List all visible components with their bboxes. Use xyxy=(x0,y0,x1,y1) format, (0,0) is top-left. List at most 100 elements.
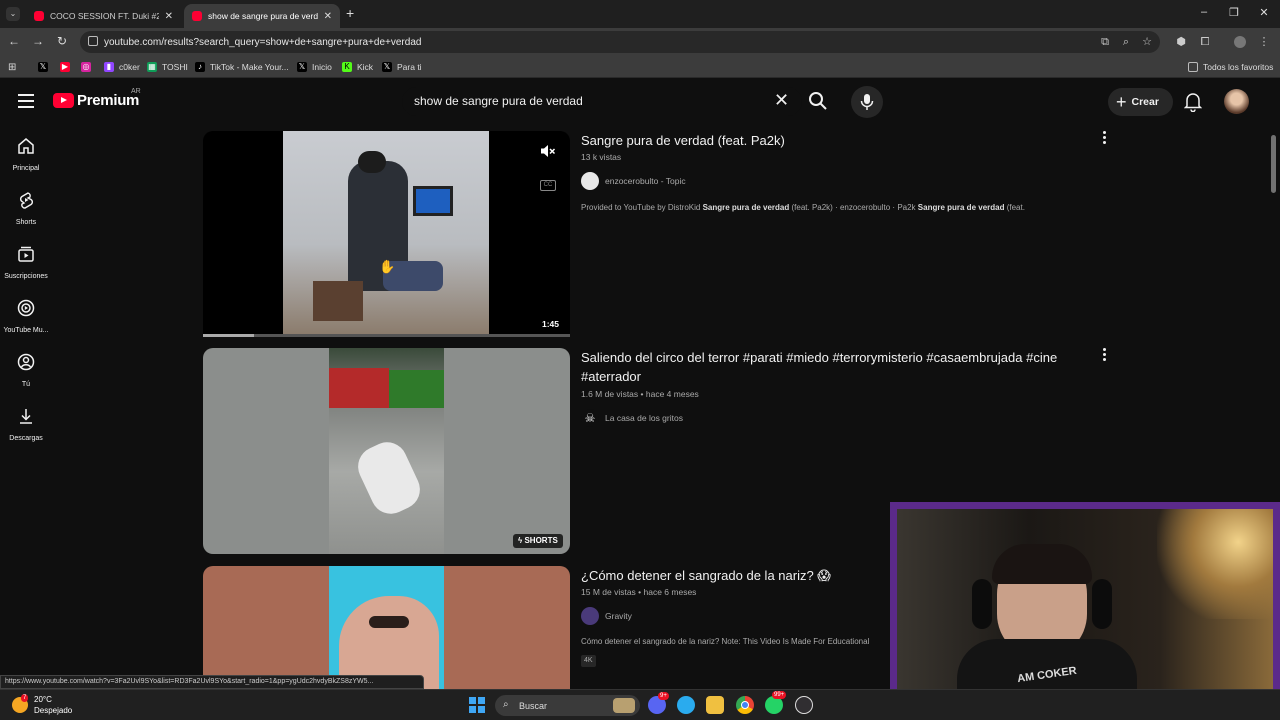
result-channel[interactable]: Gravity xyxy=(581,607,632,625)
search-icon: ⌕ xyxy=(503,699,509,710)
sheets-icon: ▦ xyxy=(147,62,157,72)
x-logo-icon: 𝕏 xyxy=(297,62,307,72)
bookmark-star-icon[interactable]: ☆ xyxy=(1141,36,1153,48)
voice-search-button[interactable] xyxy=(851,86,883,118)
youtube-premium-logo[interactable]: Premium AR xyxy=(53,88,141,109)
browser-menu-icon[interactable]: ⋮ xyxy=(1258,36,1270,48)
site-info-icon[interactable] xyxy=(88,36,98,46)
telegram-app-icon[interactable] xyxy=(677,696,695,714)
bookmark-youtube[interactable]: ▶ xyxy=(60,60,75,74)
nosebleed-frame-image xyxy=(329,566,444,690)
url-text: youtube.com/results?search_query=show+de… xyxy=(104,36,422,48)
reload-icon[interactable]: ↻ xyxy=(54,34,70,48)
file-explorer-icon[interactable] xyxy=(706,696,724,714)
taskbar-search[interactable]: ⌕ Buscar xyxy=(495,695,640,716)
guide-item-subscriptions[interactable]: Suscripciones xyxy=(0,245,52,295)
tiktok-logo-icon: ♪ xyxy=(195,62,205,72)
bookmark-para-ti[interactable]: 𝕏 Para ti xyxy=(382,60,422,74)
browser-toolbar: ← → ↻ youtube.com/results?search_query=s… xyxy=(0,28,1280,56)
playback-progress-track[interactable] xyxy=(203,334,570,337)
more-actions-icon[interactable] xyxy=(1101,131,1107,145)
twitch-logo-icon: ▮ xyxy=(104,62,114,72)
create-button[interactable]: + Crear xyxy=(1108,88,1173,116)
video-thumbnail[interactable]: ϟ SHORTS xyxy=(203,348,570,554)
close-tab-icon[interactable]: ✕ xyxy=(324,11,332,22)
microphone-icon xyxy=(860,94,874,110)
all-bookmarks-folder[interactable]: Todos los favoritos xyxy=(1188,60,1273,74)
subscriptions-icon xyxy=(18,246,34,262)
page-scrollbar[interactable] xyxy=(1271,135,1276,193)
result-channel[interactable]: enzocerobulto - Topic xyxy=(581,172,686,190)
guide-item-home[interactable]: Principal xyxy=(0,137,52,187)
extensions-puzzle-icon[interactable]: ⧠ xyxy=(1199,36,1211,48)
discord-app-icon[interactable]: 9+ xyxy=(648,692,669,714)
close-tab-icon[interactable]: ✕ xyxy=(165,11,173,22)
install-app-icon[interactable]: ⧉ xyxy=(1099,36,1111,48)
result-title[interactable]: Sangre pura de verdad (feat. Pa2k) xyxy=(581,131,1081,150)
bookmarks-bar: ⊞ 𝕏 ▶ ◎ ▮ c0ker ▦ TOSHI ♪ TikTok - Make You… xyxy=(0,56,1280,78)
result-meta: 15 M de vistas • hace 6 meses xyxy=(581,587,697,597)
weather-widget[interactable]: 7 20°C Despejado xyxy=(12,694,72,716)
tab-search-button[interactable]: ⌄ xyxy=(6,7,20,21)
guide-label: Suscripciones xyxy=(4,273,48,280)
windows-start-icon[interactable] xyxy=(469,697,485,713)
hamburger-menu-icon[interactable] xyxy=(18,94,34,108)
result-description: Cómo detener el sangrado de la nariz? No… xyxy=(581,637,870,646)
minimize-window-icon[interactable]: – xyxy=(1194,6,1214,18)
address-bar[interactable]: youtube.com/results?search_query=show+de… xyxy=(80,31,1160,53)
youtube-masthead: Premium AR ✕ + Crear xyxy=(0,80,1280,124)
video-thumbnail-playing[interactable]: CC 1:45 ✋ xyxy=(203,131,570,337)
restore-window-icon[interactable]: ❐ xyxy=(1224,6,1244,19)
guide-label: YouTube Mu... xyxy=(3,327,49,334)
bookmark-tiktok[interactable]: ♪ TikTok - Make Your... xyxy=(195,60,289,74)
search-input[interactable] xyxy=(414,94,754,108)
youtube-logo-icon: ▶ xyxy=(60,62,70,72)
apps-grid-icon[interactable]: ⊞ xyxy=(8,60,16,74)
notifications-bell-icon[interactable] xyxy=(1183,92,1203,113)
shorts-icon xyxy=(20,192,33,209)
chrome-app-icon[interactable] xyxy=(736,696,754,714)
guide-item-downloads[interactable]: Descargas xyxy=(0,407,52,457)
youtube-play-logo-icon xyxy=(53,93,74,108)
zoom-icon[interactable]: ⌕ xyxy=(1120,36,1132,48)
guide-item-you[interactable]: Tú xyxy=(0,353,52,403)
back-icon[interactable]: ← xyxy=(6,34,22,48)
more-actions-icon[interactable] xyxy=(1101,348,1107,362)
tab-title: show de sangre pura de verdad xyxy=(208,11,318,21)
weather-condition: Despejado xyxy=(34,706,73,715)
whatsapp-app-icon[interactable]: 99+ xyxy=(765,691,787,714)
closed-captions-icon[interactable]: CC xyxy=(540,180,556,191)
search-button[interactable] xyxy=(804,87,832,116)
guide-item-shorts[interactable]: Shorts xyxy=(0,191,52,241)
x-logo-icon: 𝕏 xyxy=(382,62,392,72)
bookmark-toshi[interactable]: ▦ TOSHI xyxy=(147,60,188,74)
weather-sun-icon: 7 xyxy=(12,694,29,713)
guide-item-youtube-music[interactable]: YouTube Mu... xyxy=(0,299,52,349)
bookmark-kick[interactable]: K Kick xyxy=(342,60,373,74)
clear-search-icon[interactable]: ✕ xyxy=(774,90,789,111)
video-thumbnail[interactable] xyxy=(203,566,570,690)
bookmark-inicio[interactable]: 𝕏 Inicio xyxy=(297,60,332,74)
bookmark-label: TOSHI xyxy=(162,62,188,72)
mute-icon[interactable] xyxy=(540,143,556,159)
new-tab-button[interactable]: + xyxy=(346,5,354,21)
browser-tab-search[interactable]: show de sangre pura de verdad ✕ xyxy=(184,4,340,28)
bookmark-instagram[interactable]: ◎ xyxy=(81,60,96,74)
result-channel[interactable]: ☠ La casa de los gritos xyxy=(581,409,683,427)
obs-app-icon[interactable] xyxy=(795,696,813,714)
forward-icon[interactable]: → xyxy=(30,34,46,48)
bookmark-x[interactable]: 𝕏 xyxy=(38,60,53,74)
kick-logo-icon: K xyxy=(342,62,352,72)
result-title[interactable]: Saliendo del circo del terror #parati #m… xyxy=(581,348,1081,386)
profile-avatar-icon[interactable] xyxy=(1234,36,1246,48)
account-avatar[interactable] xyxy=(1224,89,1249,114)
extension-shield-icon[interactable]: ⬢ xyxy=(1175,36,1187,48)
bookmark-label: Kick xyxy=(357,62,374,72)
close-window-icon[interactable]: ✕ xyxy=(1254,6,1274,19)
search-icon xyxy=(809,92,827,110)
bookmark-c0ker[interactable]: ▮ c0ker xyxy=(104,60,140,74)
video-duration: 1:45 xyxy=(542,319,560,329)
browser-tab-coco-session[interactable]: COCO SESSION FT. Duki #2 - Yo ✕ xyxy=(26,4,181,28)
youtube-music-icon xyxy=(17,299,35,317)
desc-highlight: Sangre pura de verdad xyxy=(917,203,1005,212)
